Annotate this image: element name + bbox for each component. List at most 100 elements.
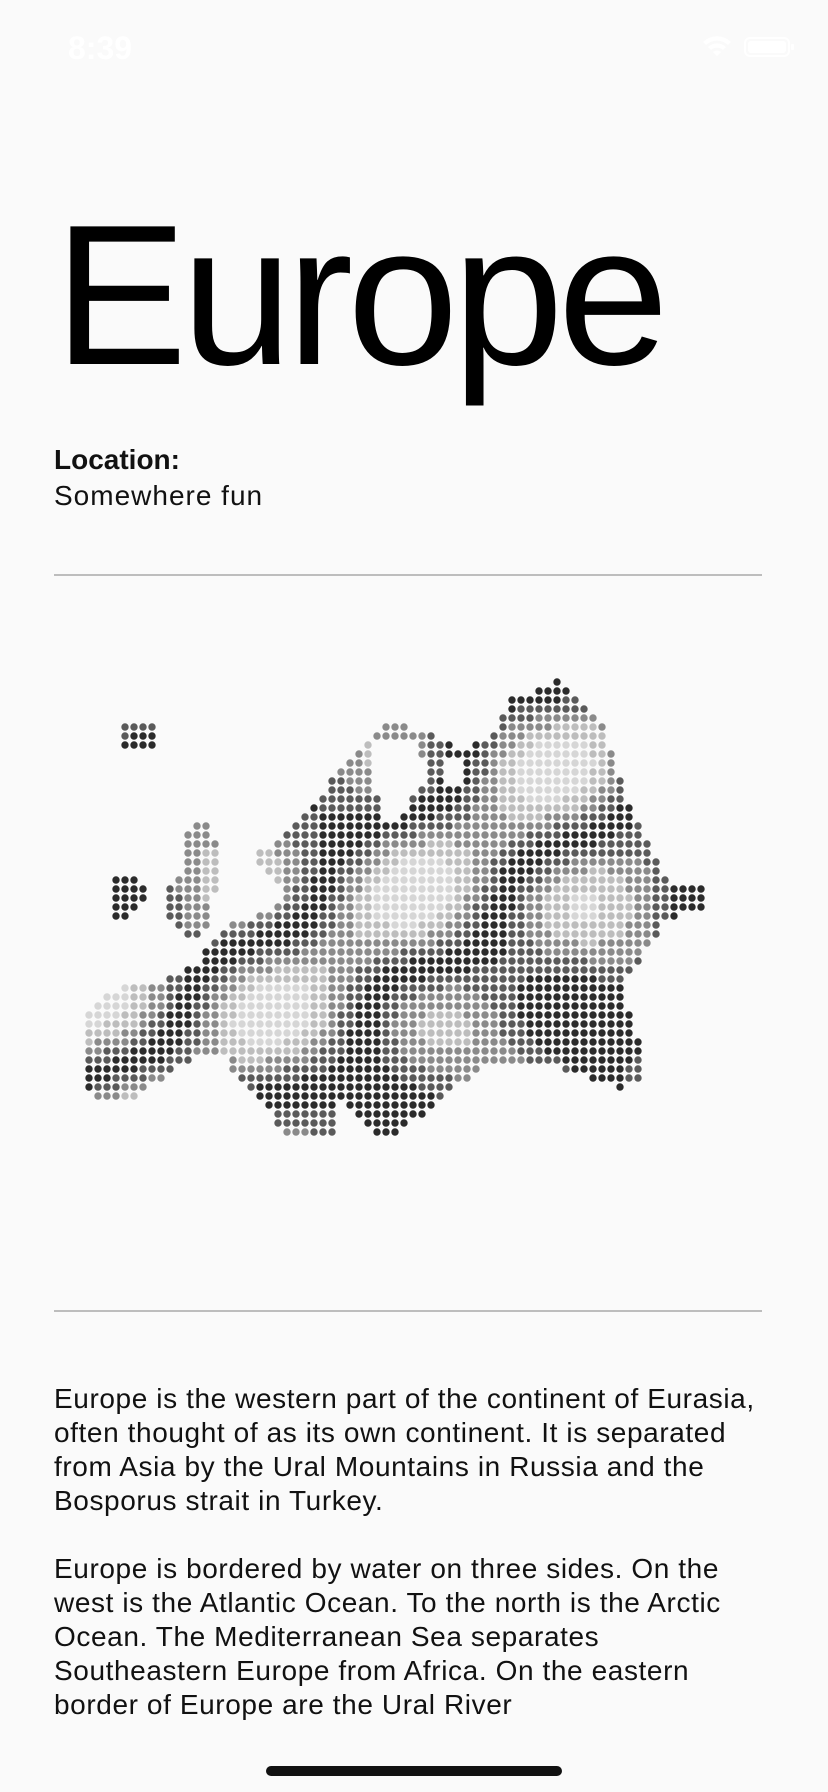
map-dot xyxy=(382,849,390,857)
map-dot xyxy=(301,1038,309,1046)
map-dot xyxy=(382,966,390,974)
map-dot xyxy=(319,903,327,911)
map-dot xyxy=(580,714,588,722)
map-dot xyxy=(463,939,471,947)
map-dot xyxy=(580,993,588,1001)
map-dot xyxy=(319,975,327,983)
map-dot xyxy=(112,1092,120,1100)
map-dot xyxy=(274,1110,282,1118)
map-dot xyxy=(175,975,183,983)
map-dot xyxy=(283,1065,291,1073)
map-dot xyxy=(130,876,138,884)
map-dot xyxy=(580,732,588,740)
map-dot xyxy=(517,957,525,965)
map-dot xyxy=(265,858,273,866)
map-dot xyxy=(400,894,408,902)
map-dot xyxy=(319,1065,327,1073)
map-dot xyxy=(211,966,219,974)
map-dot xyxy=(598,903,606,911)
map-dot xyxy=(328,930,336,938)
map-dot xyxy=(292,1002,300,1010)
map-dot xyxy=(436,750,444,758)
map-dot xyxy=(319,957,327,965)
map-dot xyxy=(553,975,561,983)
map-dot xyxy=(508,885,516,893)
map-dot xyxy=(571,966,579,974)
map-dot xyxy=(373,957,381,965)
map-dot xyxy=(517,975,525,983)
map-dot xyxy=(373,876,381,884)
map-dot xyxy=(508,912,516,920)
map-dot xyxy=(184,903,192,911)
map-dot xyxy=(319,1038,327,1046)
location-label: Location: xyxy=(54,444,180,475)
map-dot xyxy=(481,840,489,848)
map-dot xyxy=(589,1038,597,1046)
map-dot xyxy=(238,1002,246,1010)
map-dot xyxy=(535,885,543,893)
map-dot xyxy=(301,840,309,848)
map-dot xyxy=(337,822,345,830)
map-dot xyxy=(85,1011,93,1019)
map-dot xyxy=(472,1011,480,1019)
map-dot xyxy=(400,858,408,866)
map-dot xyxy=(643,930,651,938)
map-dot xyxy=(409,984,417,992)
map-dot xyxy=(472,885,480,893)
map-dot xyxy=(175,876,183,884)
map-dot xyxy=(553,876,561,884)
map-dot xyxy=(553,939,561,947)
map-dot xyxy=(148,1020,156,1028)
map-dot xyxy=(418,786,426,794)
map-dot xyxy=(328,1029,336,1037)
map-dot xyxy=(418,1011,426,1019)
map-dot xyxy=(490,966,498,974)
map-dot xyxy=(337,885,345,893)
map-dot xyxy=(400,1047,408,1055)
map-dot xyxy=(328,831,336,839)
map-dot xyxy=(265,1047,273,1055)
map-dot xyxy=(202,822,210,830)
map-dot xyxy=(130,1056,138,1064)
map-dot xyxy=(481,876,489,884)
map-dot xyxy=(328,1110,336,1118)
map-dot xyxy=(283,1074,291,1082)
map-dot xyxy=(427,840,435,848)
map-dot xyxy=(643,912,651,920)
map-dot xyxy=(355,903,363,911)
map-dot xyxy=(418,948,426,956)
map-dot xyxy=(283,867,291,875)
map-dot xyxy=(292,1119,300,1127)
map-dot xyxy=(598,849,606,857)
map-dot xyxy=(220,957,228,965)
map-dot xyxy=(337,1020,345,1028)
map-dot xyxy=(472,813,480,821)
map-dot xyxy=(625,822,633,830)
map-dot xyxy=(382,1110,390,1118)
map-dot xyxy=(121,993,129,1001)
home-indicator[interactable] xyxy=(266,1766,562,1776)
map-dot xyxy=(328,1020,336,1028)
map-dot xyxy=(238,1020,246,1028)
map-dot xyxy=(337,1056,345,1064)
map-dot xyxy=(454,948,462,956)
map-dot xyxy=(571,1047,579,1055)
map-dot xyxy=(175,885,183,893)
map-dot xyxy=(427,759,435,767)
map-dot xyxy=(112,1056,120,1064)
map-dot xyxy=(562,1011,570,1019)
map-dot xyxy=(553,1047,561,1055)
map-dot xyxy=(301,831,309,839)
map-dot xyxy=(364,822,372,830)
map-dot xyxy=(562,822,570,830)
map-dot xyxy=(238,1047,246,1055)
map-dot xyxy=(535,768,543,776)
map-dot xyxy=(157,1047,165,1055)
map-dot xyxy=(607,1002,615,1010)
map-dot xyxy=(427,1038,435,1046)
map-dot xyxy=(166,894,174,902)
map-dot xyxy=(418,840,426,848)
map-dot xyxy=(256,912,264,920)
map-dot xyxy=(598,1011,606,1019)
map-dot xyxy=(256,1020,264,1028)
